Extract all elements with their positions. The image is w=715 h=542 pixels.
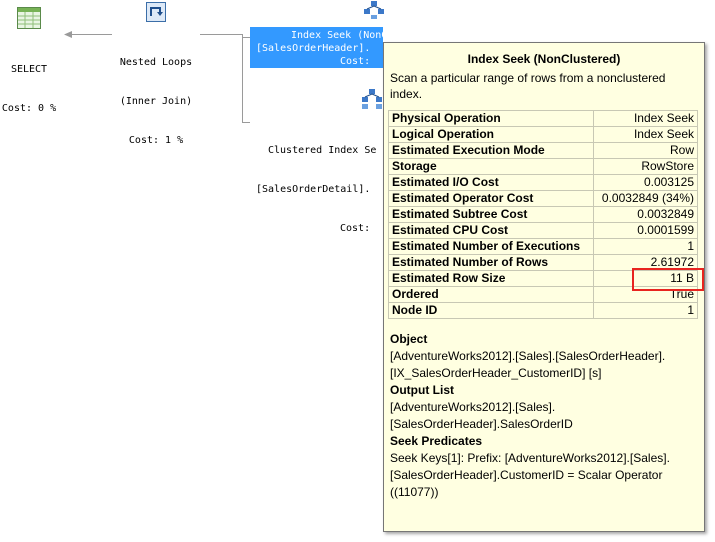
- property-value: 0.0001599: [592, 222, 699, 239]
- property-value: Index Seek: [592, 110, 699, 127]
- table-row: Logical Operation Index Seek: [388, 126, 699, 143]
- table-row: Storage RowStore: [388, 158, 699, 175]
- property-value: Row: [592, 142, 699, 159]
- connector-line: [70, 34, 112, 35]
- select-cost: Cost: 0 %: [1, 103, 57, 114]
- property-key: Estimated CPU Cost: [388, 222, 594, 239]
- table-row: Physical Operation Index Seek: [388, 110, 699, 127]
- select-node[interactable]: SELECT Cost: 0 %: [0, 37, 58, 128]
- property-key: Estimated Number of Rows: [388, 254, 594, 271]
- table-row: Estimated Number of Executions 1: [388, 238, 699, 255]
- property-key: Estimated Execution Mode: [388, 142, 594, 159]
- output-list-line: [SalesOrderHeader].SalesOrderID: [390, 417, 573, 431]
- nested-loops-type: (Inner Join): [119, 96, 193, 107]
- object-heading: Object: [390, 332, 428, 346]
- table-row: Estimated Subtree Cost 0.0032849: [388, 206, 699, 223]
- output-list-line: [AdventureWorks2012].[Sales].: [390, 400, 556, 414]
- clustered-object: [SalesOrderDetail].: [256, 184, 371, 195]
- connector-line: [242, 34, 243, 122]
- arrow-left-icon: [64, 31, 72, 38]
- table-row: Estimated I/O Cost 0.003125: [388, 174, 699, 191]
- property-key: Estimated I/O Cost: [388, 174, 594, 191]
- index-seek-icon[interactable]: [362, 0, 386, 24]
- table-row: Estimated CPU Cost 0.0001599: [388, 222, 699, 239]
- property-key: Estimated Operator Cost: [388, 190, 594, 207]
- seek-predicates-line: ((11077)): [390, 485, 439, 499]
- property-key: Physical Operation: [388, 110, 594, 127]
- index-seek-node[interactable]: Index Seek (NonClustered) [SalesOrderHea…: [250, 27, 442, 68]
- tooltip-details: Object [AdventureWorks2012].[Sales].[Sal…: [390, 331, 698, 501]
- tooltip-title: Index Seek (NonClustered): [467, 52, 621, 66]
- property-key: Ordered: [388, 286, 594, 303]
- seek-predicates-heading: Seek Predicates: [390, 434, 483, 448]
- tooltip-description: Scan a particular range of rows from a n…: [390, 71, 666, 101]
- index-seek-cost: Cost:: [340, 56, 371, 67]
- property-value: 0.0032849 (34%): [592, 190, 699, 207]
- output-list-heading: Output List: [390, 383, 454, 397]
- nested-loops-cost: Cost: 1 %: [128, 135, 184, 146]
- table-row: Node ID 1: [388, 302, 699, 319]
- clustered-index-seek-icon[interactable]: [360, 88, 384, 114]
- property-key: Estimated Row Size: [388, 270, 594, 287]
- nested-loops-icon[interactable]: [145, 1, 167, 27]
- connector-line: [242, 122, 250, 123]
- seek-predicates-line: Seek Keys[1]: Prefix: [AdventureWorks201…: [390, 451, 670, 465]
- nested-loops-name: Nested Loops: [119, 57, 193, 68]
- table-row: Estimated Execution Mode Row: [388, 142, 699, 159]
- clustered-name: Clustered Index Se: [268, 145, 377, 156]
- object-line: [IX_SalesOrderHeader_CustomerID] [s]: [390, 366, 602, 380]
- select-label: SELECT: [10, 64, 48, 75]
- property-key: Estimated Subtree Cost: [388, 206, 594, 223]
- highlight-annotation-box: [632, 268, 704, 291]
- clustered-index-seek-node[interactable]: Clustered Index Se [SalesOrderDetail]. C…: [250, 118, 383, 248]
- object-line: [AdventureWorks2012].[Sales].[SalesOrder…: [390, 349, 666, 363]
- connector-line: [200, 34, 242, 35]
- clustered-cost: Cost:: [340, 223, 371, 234]
- property-value: 0.003125: [592, 174, 699, 191]
- table-row: Estimated Operator Cost 0.0032849 (34%): [388, 190, 699, 207]
- property-value: 0.0032849: [592, 206, 699, 223]
- connector-line: [242, 37, 250, 38]
- property-key: Estimated Number of Executions: [388, 238, 594, 255]
- property-value: Index Seek: [592, 126, 699, 143]
- nested-loops-node[interactable]: Nested Loops (Inner Join) Cost: 1 %: [112, 30, 200, 160]
- property-key: Storage: [388, 158, 594, 175]
- property-value: RowStore: [592, 158, 699, 175]
- index-seek-name: Index Seek (NonClustered): [291, 30, 442, 41]
- property-key: Logical Operation: [388, 126, 594, 143]
- property-value: 1: [592, 238, 699, 255]
- property-key: Node ID: [388, 302, 594, 319]
- property-value: 1: [592, 302, 699, 319]
- index-seek-object: [SalesOrderHeader].: [256, 43, 371, 54]
- seek-predicates-line: [SalesOrderHeader].CustomerID = Scalar O…: [390, 468, 663, 482]
- select-table-icon[interactable]: [17, 7, 41, 33]
